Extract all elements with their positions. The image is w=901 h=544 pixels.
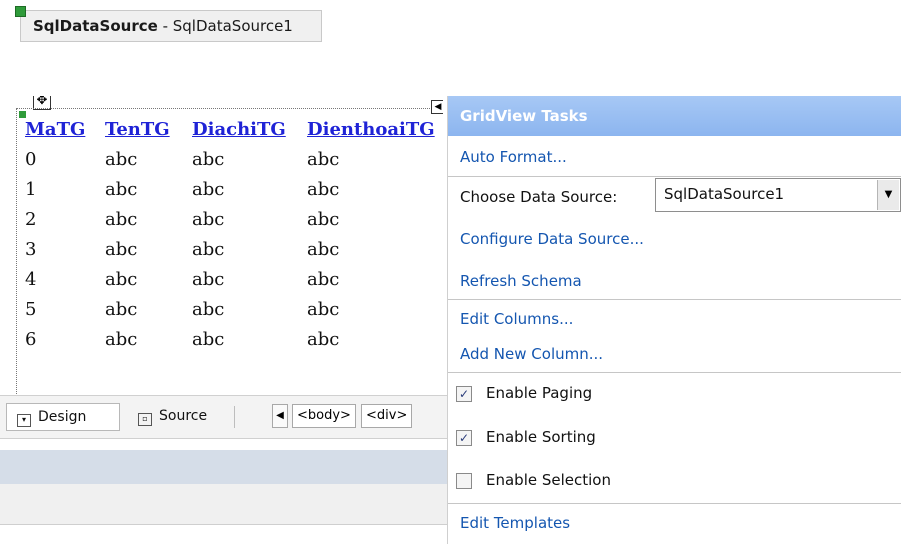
add-new-column-link[interactable]: Add New Column... <box>460 345 603 363</box>
sqldatasource-control[interactable]: SqlDataSource - SqlDataSource1 <box>15 6 322 42</box>
gridview-table: MaTG TenTG DiachiTG DienthoaiTG 0 abc abc a… <box>25 114 441 354</box>
enable-selection-label: Enable Selection <box>486 471 611 489</box>
table-cell: abc <box>192 238 225 260</box>
tasks-title: GridView Tasks <box>448 96 901 136</box>
table-row: 2 abc abc abc <box>25 204 441 234</box>
choose-data-source-label: Choose Data Source: <box>460 188 618 206</box>
table-row: 3 abc abc abc <box>25 234 441 264</box>
breadcrumb-div[interactable]: <div> <box>361 404 413 428</box>
table-cell: abc <box>105 268 138 290</box>
column-header[interactable]: TenTG <box>105 114 192 144</box>
table-row: 4 abc abc abc <box>25 264 441 294</box>
design-tab-label: Design <box>38 409 87 425</box>
table-cell: abc <box>307 268 340 290</box>
table-row: 1 abc abc abc <box>25 174 441 204</box>
column-header[interactable]: MaTG <box>25 114 105 144</box>
table-cell: abc <box>105 238 138 260</box>
gridview-design-surface[interactable]: ✥ ◀ MaTG TenTG DiachiTG DienthoaiTG 0 abc… <box>13 96 443 394</box>
source-icon: ▫ <box>138 413 152 426</box>
breadcrumb-body[interactable]: <body> <box>292 404 356 428</box>
table-cell: abc <box>192 268 225 290</box>
table-row: 5 abc abc abc <box>25 294 441 324</box>
enable-selection-checkbox[interactable] <box>456 473 472 489</box>
table-cell: 0 <box>25 148 37 170</box>
table-cell: abc <box>105 148 138 170</box>
edit-columns-link[interactable]: Edit Columns... <box>460 310 573 328</box>
view-toolbar: ▾ Design ▫ Source ◀ <body> <div> <box>0 395 452 439</box>
table-cell: 5 <box>25 298 37 320</box>
divider <box>448 299 901 300</box>
enable-sorting-checkbox[interactable]: ✓ <box>456 430 472 446</box>
table-cell: abc <box>192 298 225 320</box>
configure-data-source-link[interactable]: Configure Data Source... <box>460 230 644 248</box>
table-header-row: MaTG TenTG DiachiTG DienthoaiTG <box>25 114 441 144</box>
data-source-dropdown[interactable]: SqlDataSource1 ▼ <box>655 178 901 212</box>
table-cell: abc <box>307 178 340 200</box>
table-cell: abc <box>105 178 138 200</box>
edit-templates-link[interactable]: Edit Templates <box>460 514 570 532</box>
source-tab[interactable]: ▫ Source <box>126 403 230 431</box>
table-cell: 3 <box>25 238 37 260</box>
enable-paging-label: Enable Paging <box>486 384 593 402</box>
lower-pane <box>0 484 452 525</box>
table-cell: abc <box>307 238 340 260</box>
table-cell: abc <box>105 298 138 320</box>
source-tab-label: Source <box>159 408 208 424</box>
table-cell: abc <box>307 328 340 350</box>
crumb-back-icon[interactable]: ◀ <box>272 404 288 428</box>
table-cell: abc <box>192 178 225 200</box>
table-row: 6 abc abc abc <box>25 324 441 354</box>
table-cell: abc <box>307 298 340 320</box>
smart-tag-arrow-icon[interactable] <box>15 6 26 17</box>
column-header[interactable]: DiachiTG <box>192 114 307 144</box>
toolbar-divider <box>234 406 235 428</box>
gridview-tasks-panel: GridView Tasks Auto Format... Choose Dat… <box>447 96 901 544</box>
table-cell: 2 <box>25 208 37 230</box>
table-row: 0 abc abc abc <box>25 144 441 174</box>
status-strip <box>0 450 452 484</box>
table-cell: abc <box>192 208 225 230</box>
sqldatasource-label: SqlDataSource - SqlDataSource1 <box>33 17 293 35</box>
design-icon: ▾ <box>17 414 31 427</box>
design-tab[interactable]: ▾ Design <box>6 403 120 431</box>
table-cell: abc <box>105 208 138 230</box>
column-header[interactable]: DienthoaiTG <box>307 114 441 144</box>
table-cell: 1 <box>25 178 37 200</box>
grid-border-left <box>16 108 18 394</box>
enable-sorting-label: Enable Sorting <box>486 428 596 446</box>
divider <box>448 503 901 504</box>
divider <box>448 176 901 177</box>
table-cell: abc <box>192 328 225 350</box>
table-cell: abc <box>307 148 340 170</box>
divider <box>448 372 901 373</box>
table-cell: 6 <box>25 328 37 350</box>
auto-format-link[interactable]: Auto Format... <box>460 148 567 166</box>
refresh-schema-link[interactable]: Refresh Schema <box>460 272 582 290</box>
table-cell: abc <box>192 148 225 170</box>
table-cell: abc <box>105 328 138 350</box>
chevron-down-icon[interactable]: ▼ <box>877 180 899 210</box>
table-cell: abc <box>307 208 340 230</box>
table-cell: 4 <box>25 268 37 290</box>
grid-border-top <box>16 108 434 110</box>
smart-tag-collapse-icon[interactable]: ◀ <box>431 100 443 114</box>
data-source-value: SqlDataSource1 <box>664 185 785 203</box>
enable-paging-checkbox[interactable]: ✓ <box>456 386 472 402</box>
